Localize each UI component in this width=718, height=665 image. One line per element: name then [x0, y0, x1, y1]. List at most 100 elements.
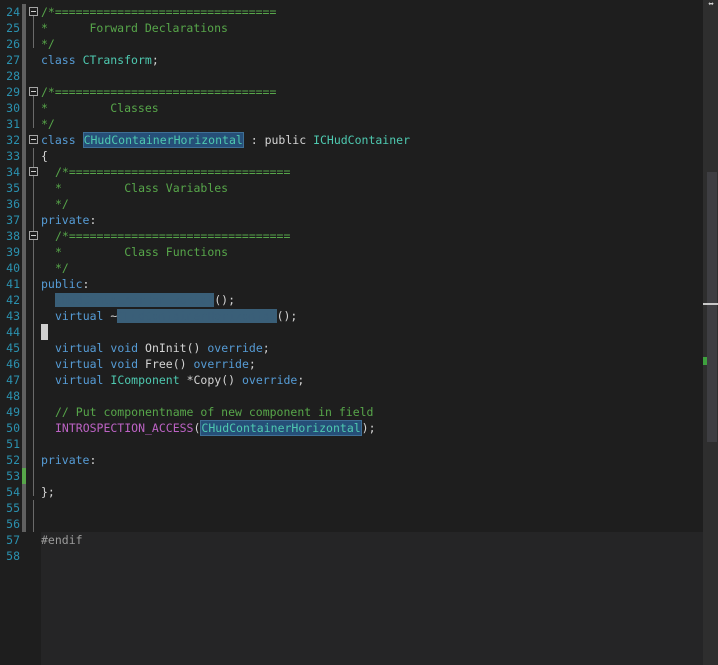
code-editor[interactable]: 24 /*================================ 25…: [0, 0, 703, 665]
line-number: 40: [6, 261, 20, 275]
keyword: void: [110, 357, 139, 371]
code-line[interactable]: 44: [0, 324, 703, 340]
func-name: OnInit(): [138, 341, 208, 355]
split-handle-icon[interactable]: ⬌: [704, 0, 718, 10]
code-line[interactable]: 53: [0, 468, 703, 484]
code-line[interactable]: 57 #endif: [0, 532, 703, 548]
line-number: 43: [6, 309, 20, 323]
line-number: 41: [6, 277, 20, 291]
comment: */: [55, 197, 69, 211]
comment: /*================================: [55, 229, 291, 243]
code-line[interactable]: 41 public:: [0, 276, 703, 292]
keyword: private: [41, 213, 90, 227]
scrollbar-thumb[interactable]: [707, 172, 717, 442]
code-line[interactable]: 43 virtual ~CHudContainerHorizontal();: [0, 308, 703, 324]
code-line[interactable]: 37 private:: [0, 212, 703, 228]
line-number: 51: [6, 437, 20, 451]
fold-collapse-icon[interactable]: [29, 135, 38, 144]
change-indicator: [22, 308, 26, 324]
highlighted-destructor-name[interactable]: CHudContainerHorizontal: [117, 309, 277, 323]
code-line[interactable]: 58: [0, 548, 703, 564]
change-indicator: [22, 116, 26, 132]
code-text: private:: [41, 212, 96, 228]
fold-collapse-icon[interactable]: [29, 7, 38, 16]
comment: /*================================: [55, 165, 291, 179]
change-indicator: [22, 516, 26, 532]
line-number: 34: [6, 165, 20, 179]
selected-class-name[interactable]: CHudContainerHorizontal: [82, 132, 244, 148]
code-line[interactable]: 28: [0, 68, 703, 84]
code-text: virtual ~CHudContainerHorizontal();: [55, 308, 297, 324]
code-line[interactable]: 26 */: [0, 36, 703, 52]
code-line[interactable]: 32 class CHudContainerHorizontal : publi…: [0, 132, 703, 148]
line-number: 47: [6, 373, 20, 387]
code-line[interactable]: 50 INTROSPECTION_ACCESS(CHudContainerHor…: [0, 420, 703, 436]
code-line[interactable]: 46 virtual void Free() override;: [0, 356, 703, 372]
punct: : public: [243, 133, 314, 147]
comment: * Classes: [41, 101, 159, 115]
code-line[interactable]: 48: [0, 388, 703, 404]
keyword: void: [110, 341, 139, 355]
vertical-scrollbar[interactable]: [703, 0, 718, 665]
code-line[interactable]: 47 virtual IComponent *Copy() override;: [0, 372, 703, 388]
code-line[interactable]: 49 // Put componentname of new component…: [0, 404, 703, 420]
code-line[interactable]: 34 /*================================: [0, 164, 703, 180]
change-indicator: [22, 132, 26, 148]
change-indicator: [22, 52, 26, 68]
code-text: class CTransform;: [41, 52, 159, 68]
code-line[interactable]: 27 class CTransform;: [0, 52, 703, 68]
fold-collapse-icon[interactable]: [29, 231, 38, 240]
code-line[interactable]: 33 {: [0, 148, 703, 164]
fold-collapse-icon[interactable]: [29, 87, 38, 96]
code-line[interactable]: 51: [0, 436, 703, 452]
code-line[interactable]: 29 /*================================: [0, 84, 703, 100]
code-line[interactable]: 40 */: [0, 260, 703, 276]
code-line[interactable]: 36 */: [0, 196, 703, 212]
punct: ();: [276, 309, 298, 323]
change-indicator: [22, 164, 26, 180]
change-indicator: [22, 356, 26, 372]
code-text: CHudContainerHorizontal();: [55, 292, 235, 308]
line-number: 50: [6, 421, 20, 435]
code-line[interactable]: 38 /*================================: [0, 228, 703, 244]
change-indicator: [22, 36, 26, 52]
change-indicator: [22, 196, 26, 212]
comment: */: [55, 261, 69, 275]
code-line[interactable]: 30 * Classes: [0, 100, 703, 116]
code-line[interactable]: 52 private:: [0, 452, 703, 468]
code-line[interactable]: 56: [0, 516, 703, 532]
punct: ;: [151, 53, 159, 67]
macro-name: INTROSPECTION_ACCESS: [55, 421, 194, 435]
func-name: *Copy(): [179, 373, 242, 387]
line-number: 42: [6, 293, 20, 307]
change-indicator: [22, 292, 26, 308]
punct: ;: [248, 357, 256, 371]
code-line[interactable]: 25 * Forward Declarations: [0, 20, 703, 36]
line-number: 46: [6, 357, 20, 371]
change-indicator: [22, 372, 26, 388]
code-line[interactable]: 54 };: [0, 484, 703, 500]
fold-collapse-icon[interactable]: [29, 167, 38, 176]
code-line[interactable]: 45 virtual void OnInit() override;: [0, 340, 703, 356]
code-text: INTROSPECTION_ACCESS(CHudContainerHorizo…: [55, 420, 376, 436]
change-indicator: [22, 68, 26, 84]
code-line[interactable]: 39 * Class Functions: [0, 244, 703, 260]
code-line[interactable]: 31 */: [0, 116, 703, 132]
code-line[interactable]: 55: [0, 500, 703, 516]
highlighted-constructor-name[interactable]: CHudContainerHorizontal: [55, 293, 215, 307]
keyword: virtual: [55, 357, 104, 371]
base-class-name: ICHudContainer: [313, 133, 410, 147]
code-text: class CHudContainerHorizontal : public I…: [41, 132, 410, 148]
line-number: 56: [6, 517, 20, 531]
code-line[interactable]: 35 * Class Variables: [0, 180, 703, 196]
line-number: 52: [6, 453, 20, 467]
code-line[interactable]: 42 CHudContainerHorizontal();: [0, 292, 703, 308]
brace: };: [41, 485, 55, 499]
change-indicator: [22, 340, 26, 356]
change-indicator: [22, 244, 26, 260]
highlighted-class-reference[interactable]: CHudContainerHorizontal: [200, 420, 362, 436]
comment: * Forward Declarations: [41, 21, 228, 35]
line-number: 37: [6, 213, 20, 227]
punct: ;: [297, 373, 305, 387]
code-line[interactable]: 24 /*================================: [0, 4, 703, 20]
